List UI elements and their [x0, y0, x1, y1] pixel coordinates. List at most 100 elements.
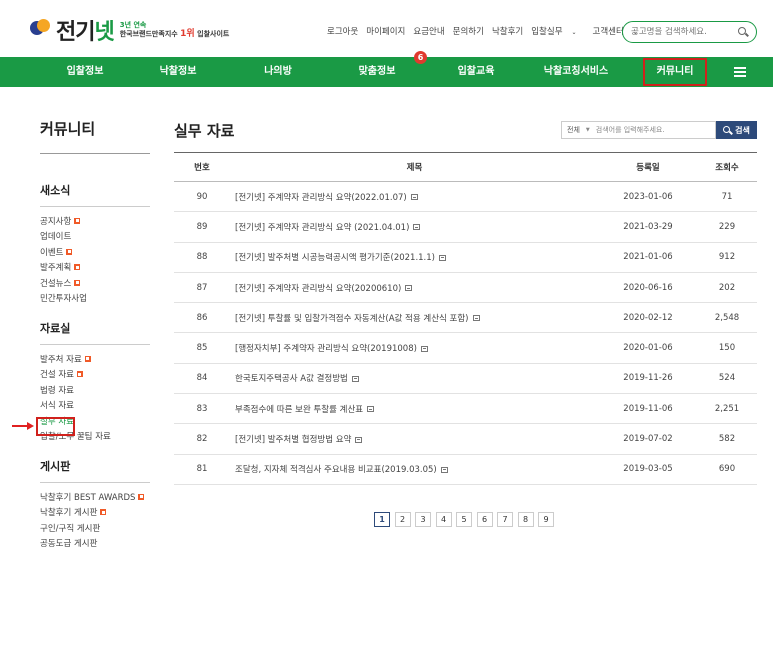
row-title-cell[interactable]: [전기넷] 투찰률 및 입찰가격점수 자동계산(A값 적용 계산식 포함): [230, 302, 599, 334]
attachment-icon: [405, 285, 413, 292]
row-number: 90: [174, 181, 230, 213]
board-search-field[interactable]: 전체 ▼ 검색어를 입력해주세요.: [561, 121, 716, 139]
page-3-button[interactable]: 3: [415, 512, 431, 527]
sidebar-item-construction-data[interactable]: 건설 자료: [40, 367, 150, 383]
sidebar-item-update[interactable]: 업데이트: [40, 229, 150, 245]
board-search-button[interactable]: 검색: [716, 121, 757, 139]
page-2-button[interactable]: 2: [394, 512, 411, 527]
page-6-button[interactable]: 6: [476, 512, 493, 527]
row-title-cell[interactable]: 조달청, 지자체 적격심사 주요내용 비교표(2019.03.05): [230, 454, 599, 485]
row-title-link[interactable]: 조달청, 지자체 적격심사 주요내용 비교표(2019.03.05): [235, 465, 437, 475]
row-title-cell[interactable]: [전기넷] 주계약자 관리방식 요약(20200610): [230, 272, 599, 304]
attachment-icon: [438, 254, 446, 261]
page-8-button[interactable]: 8: [517, 512, 534, 527]
page-9-button[interactable]: 9: [538, 512, 554, 527]
menu-icon[interactable]: [734, 67, 746, 77]
table-row[interactable]: 90 [전기넷] 주계약자 관리방식 요약(2022.01.07) 2023-01-…: [174, 181, 757, 213]
column-header-title: 제목: [230, 152, 599, 182]
page-4-button[interactable]: 4: [435, 512, 452, 527]
row-number: 88: [174, 242, 230, 273]
table-row[interactable]: 84 한국토지주택공사 A값 결정방법 2019-11-26 524: [174, 363, 757, 395]
row-hits: 912: [697, 242, 757, 273]
row-title-link[interactable]: [전기넷] 투찰률 및 입찰가격점수 자동계산(A값 적용 계산식 포함): [235, 314, 469, 324]
row-title-link[interactable]: [전기넷] 주계약자 관리방식 요약 (2021.04.01): [235, 223, 409, 233]
sidebar-item-construction-news[interactable]: 건설뉴스: [40, 275, 150, 291]
row-title-link[interactable]: 부족점수에 따른 보완 투찰률 계산표: [235, 405, 363, 415]
table-row[interactable]: 82 [전기넷] 발주처별 협정방법 요약 2019-07-02 582: [174, 423, 757, 455]
row-hits: 71: [697, 181, 757, 213]
row-number: 83: [174, 393, 230, 425]
board-search-input[interactable]: 검색어를 입력해주세요.: [596, 125, 665, 135]
sidebar-item-form-data[interactable]: 서식 자료: [40, 398, 150, 414]
table-row[interactable]: 85 [행정자치부] 주계약자 관리방식 요약(20191008) 2020-01-…: [174, 332, 757, 364]
mypage-link[interactable]: 마이페이지: [366, 25, 405, 37]
row-date: 2021-01-06: [599, 242, 697, 273]
row-number: 87: [174, 272, 230, 304]
row-hits: 582: [697, 423, 757, 455]
row-title-cell[interactable]: 한국토지주택공사 A값 결정방법: [230, 363, 599, 395]
row-title-cell[interactable]: [전기넷] 주계약자 관리방식 요약(2022.01.07): [230, 181, 599, 213]
table-row[interactable]: 83 부족점수에 따른 보완 투찰률 계산표 2019-11-06 2,251: [174, 393, 757, 425]
pricing-link[interactable]: 요금안내: [413, 25, 444, 37]
sidebar-item-job-board[interactable]: 구인/구직 게시판: [40, 520, 150, 536]
nav-my-room[interactable]: 나의방: [248, 57, 308, 87]
sidebar-item-joint-board[interactable]: 공동도급 게시판: [40, 536, 150, 552]
row-title-cell[interactable]: [행정자치부] 주계약자 관리방식 요약(20191008): [230, 332, 599, 364]
page-1-button[interactable]: 1: [374, 512, 390, 527]
nav-bid-info[interactable]: 입찰정보: [55, 57, 115, 87]
nav-award-info[interactable]: 낙찰정보: [148, 57, 208, 87]
row-title-link[interactable]: 한국토지주택공사 A값 결정방법: [235, 374, 348, 384]
table-row[interactable]: 89 [전기넷] 주계약자 관리방식 요약 (2021.04.01) 2021-03…: [174, 211, 757, 243]
row-date: 2019-03-05: [599, 454, 697, 485]
site-logo[interactable]: 전기넷 3년 연속 한국브랜드만족지수 1위 입찰사이트: [30, 14, 229, 46]
sidebar-item-private-investment[interactable]: 민간투자사업: [40, 291, 150, 307]
table-row[interactable]: 88 [전기넷] 발주처별 시공능력공시액 평가기준(2021.1.1) 2021-…: [174, 242, 757, 273]
row-title-link[interactable]: [전기넷] 발주처별 시공능력공시액 평가기준(2021.1.1): [235, 253, 435, 263]
bidding-practice-menu[interactable]: 입찰실무 ⌄: [531, 25, 584, 37]
row-date: 2023-01-06: [599, 181, 697, 213]
row-title-cell[interactable]: [전기넷] 발주처별 시공능력공시액 평가기준(2021.1.1): [230, 242, 599, 273]
search-icon[interactable]: [738, 27, 749, 37]
row-title-cell[interactable]: 부족점수에 따른 보완 투찰률 계산표: [230, 393, 599, 425]
row-title-link[interactable]: [전기넷] 발주처별 협정방법 요약: [235, 435, 351, 445]
search-scope-select[interactable]: 전체: [567, 125, 580, 135]
row-title-link[interactable]: [행정자치부] 주계약자 관리방식 요약(20191008): [235, 344, 417, 354]
table-row[interactable]: 86 [전기넷] 투찰률 및 입찰가격점수 자동계산(A값 적용 계산식 포함) 2…: [174, 302, 757, 334]
attachment-icon: [410, 194, 418, 201]
row-title-cell[interactable]: [전기넷] 발주처별 협정방법 요약: [230, 423, 599, 455]
review-link[interactable]: 낙찰후기: [492, 25, 523, 37]
logout-link[interactable]: 로그아웃: [327, 25, 358, 37]
row-date: 2020-02-12: [599, 302, 697, 334]
board-search: 전체 ▼ 검색어를 입력해주세요. 검색: [561, 121, 757, 139]
sidebar-item-client-data[interactable]: 발주처 자료: [40, 351, 150, 367]
column-header-date: 등록일: [599, 152, 697, 182]
page-7-button[interactable]: 7: [497, 512, 513, 527]
row-title-link[interactable]: [전기넷] 주계약자 관리방식 요약(2022.01.07): [235, 193, 407, 203]
row-number: 89: [174, 211, 230, 243]
table-row[interactable]: 87 [전기넷] 주계약자 관리방식 요약(20200610) 2020-06-16…: [174, 272, 757, 304]
sidebar-item-event[interactable]: 이벤트: [40, 244, 150, 260]
sidebar-item-order-plan[interactable]: 발주계획: [40, 260, 150, 276]
attachment-icon: [413, 224, 421, 231]
row-title-cell[interactable]: [전기넷] 주계약자 관리방식 요약 (2021.04.01): [230, 211, 599, 243]
inquiry-link[interactable]: 문의하기: [453, 25, 484, 37]
row-number: 81: [174, 454, 230, 485]
page-title: 실무 자료: [174, 122, 235, 140]
row-title-link[interactable]: [전기넷] 주계약자 관리방식 요약(20200610): [235, 284, 401, 294]
sidebar-item-best-awards[interactable]: 낙찰후기 BEST AWARDS: [40, 489, 150, 505]
row-number: 82: [174, 423, 230, 455]
sidebar-item-notice[interactable]: 공지사항: [40, 213, 150, 229]
table-row[interactable]: 81 조달청, 지자체 적격심사 주요내용 비교표(2019.03.05) 2019…: [174, 454, 757, 485]
global-search-input[interactable]: [631, 27, 731, 37]
row-date: 2019-11-06: [599, 393, 697, 425]
logo-tagline: 3년 연속 한국브랜드만족지수 1위 입찰사이트: [119, 21, 230, 39]
nav-coaching[interactable]: 낙찰코칭서비스: [534, 57, 618, 87]
attachment-icon: [355, 436, 363, 443]
column-header-no: 번호: [174, 152, 230, 182]
page-5-button[interactable]: 5: [456, 512, 472, 527]
sidebar-item-law-data[interactable]: 법령 자료: [40, 382, 150, 398]
nav-education[interactable]: 입찰교육: [446, 57, 506, 87]
nav-custom-info[interactable]: 맞춤정보 6: [347, 51, 427, 87]
new-badge-icon: [66, 248, 73, 255]
sidebar-item-review-board[interactable]: 낙찰후기 게시판: [40, 505, 150, 521]
